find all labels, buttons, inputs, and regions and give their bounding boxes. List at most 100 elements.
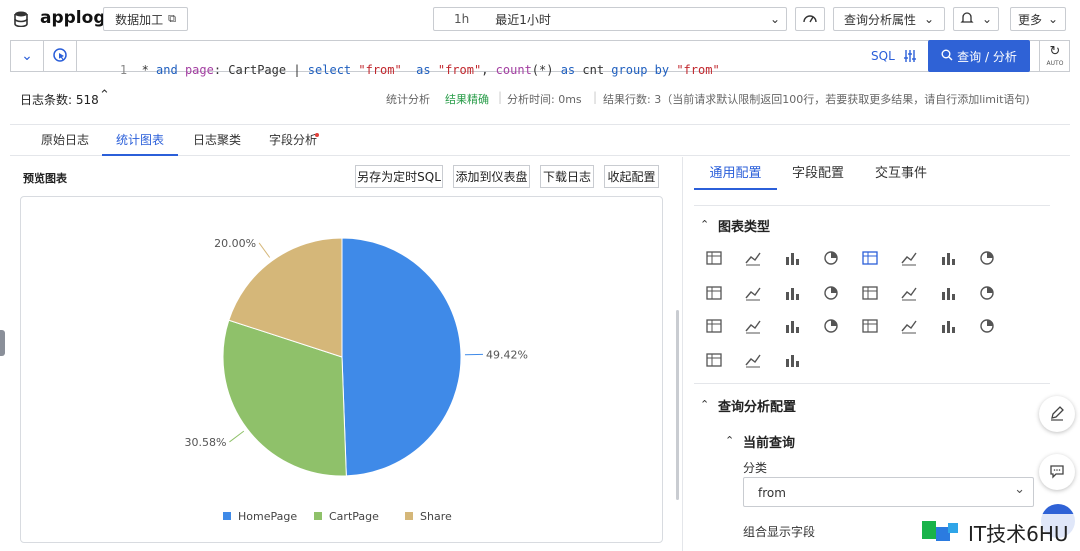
- chevron-down-icon: ⌄: [981, 12, 993, 26]
- stat-analysis-label: 统计分析: [386, 93, 430, 106]
- analysis-props-button[interactable]: 查询分析属性 ⌄: [833, 7, 945, 31]
- china-map-icon[interactable]: [782, 283, 802, 303]
- data-process-button[interactable]: 数据加工 ⧉: [103, 7, 188, 31]
- dot-chart-icon[interactable]: [977, 283, 997, 303]
- radar-chart-icon[interactable]: [977, 248, 997, 268]
- table-chart-icon[interactable]: [704, 248, 724, 268]
- chevron-down-icon: ⌄: [1047, 12, 1059, 26]
- format-icon[interactable]: [903, 48, 917, 67]
- line-chart-icon[interactable]: [743, 248, 763, 268]
- legend-item[interactable]: Share: [420, 510, 452, 523]
- pie-chart: 49.42% 30.58% 20.00% HomePage CartPage Share: [185, 237, 528, 523]
- category-select[interactable]: from ⌄: [743, 477, 1034, 507]
- histogram-icon[interactable]: [860, 316, 880, 336]
- progress-bar-icon[interactable]: [938, 283, 958, 303]
- tab-field-analysis[interactable]: 字段分析: [269, 125, 317, 156]
- search-analyze-button[interactable]: 查询 / 分析: [928, 40, 1030, 72]
- query-token: as: [401, 63, 438, 77]
- area-chart-icon[interactable]: [821, 248, 841, 268]
- alert-button[interactable]: ⌄: [953, 7, 999, 31]
- legend-item[interactable]: CartPage: [329, 510, 379, 523]
- query-token: "from": [676, 63, 720, 77]
- collapse-config-button[interactable]: 收起配置: [604, 165, 659, 188]
- collapse-query-button[interactable]: ⌄: [11, 41, 44, 71]
- tab-general-config[interactable]: 通用配置: [694, 164, 777, 190]
- watermark-text: IT技术6HU: [968, 522, 1069, 546]
- grid-chart-icon[interactable]: [704, 283, 724, 303]
- bubble-chart-icon[interactable]: [743, 350, 763, 370]
- gauge-chart-icon[interactable]: [860, 248, 880, 268]
- tree-chart-icon[interactable]: [704, 316, 724, 336]
- result-tabs: 原始日志 统计图表 日志聚类 字段分析: [10, 124, 1070, 156]
- query-editor[interactable]: 1 * and page: CartPage | select "from" a…: [91, 49, 851, 77]
- funnel-chart-icon[interactable]: [821, 316, 841, 336]
- flow-chart-icon[interactable]: [899, 283, 919, 303]
- query-token: (*): [531, 63, 561, 77]
- search-icon: [941, 49, 953, 64]
- auto-refresh-button[interactable]: ↻ AUTO: [1039, 41, 1070, 71]
- chat-icon: [1049, 463, 1065, 482]
- log-count[interactable]: 日志条数: 518: [20, 91, 99, 108]
- label-leader-line: [229, 430, 245, 443]
- top-bar: applog 数据加工 ⧉ 1h 最近1小时 ⌄ 查询分析属性 ⌄ ⌄ 更多 ⌄: [0, 0, 1080, 38]
- tab-interaction-events[interactable]: 交互事件: [875, 164, 927, 190]
- chevron-up-icon[interactable]: ⌃: [99, 88, 110, 103]
- legend-swatch: [314, 512, 322, 520]
- map-chart-icon[interactable]: [860, 283, 880, 303]
- precise-result-label: 结果精确: [445, 93, 489, 106]
- left-scrollbar[interactable]: [676, 310, 679, 500]
- more-button[interactable]: 更多 ⌄: [1010, 7, 1066, 31]
- bell-icon: [960, 11, 974, 28]
- query-token: and: [148, 63, 185, 77]
- auto-label: AUTO: [1046, 59, 1064, 67]
- chevron-up-icon[interactable]: ⌃: [700, 398, 709, 411]
- download-log-button[interactable]: 下载日志: [540, 165, 594, 188]
- column-chart-icon[interactable]: [938, 248, 958, 268]
- chart-container: 49.42% 30.58% 20.00% HomePage CartPage Share: [20, 196, 663, 543]
- number-chart-icon[interactable]: [899, 248, 919, 268]
- pie-slice-homepage[interactable]: [341, 237, 462, 477]
- chevron-down-icon: ⌄: [1014, 482, 1025, 497]
- gauge-button[interactable]: [795, 7, 825, 31]
- time-range-select[interactable]: 1h 最近1小时 ⌄: [433, 7, 787, 31]
- pie-data-label: 49.42%: [486, 348, 528, 361]
- combined-field-label: 组合显示字段: [743, 525, 816, 539]
- scatter-chart-icon[interactable]: [743, 283, 763, 303]
- edit-float-button[interactable]: [1039, 396, 1075, 432]
- tab-field-config[interactable]: 字段配置: [792, 164, 844, 190]
- query-token: ,: [481, 63, 496, 77]
- watermark: IT技术6HU: [912, 514, 1080, 551]
- add-to-dashboard-button[interactable]: 添加到仪表盘: [453, 165, 530, 188]
- stacked-bar-icon[interactable]: [899, 316, 919, 336]
- line-number: 1: [119, 63, 128, 77]
- refresh-icon: ↻: [1049, 43, 1061, 59]
- world-map-icon[interactable]: [821, 283, 841, 303]
- feedback-float-button[interactable]: [1039, 454, 1075, 490]
- category-label: 分类: [743, 461, 768, 475]
- tab-log-cluster[interactable]: 日志聚类: [193, 125, 241, 156]
- query-token: select: [307, 63, 359, 77]
- query-assistant-button[interactable]: [44, 41, 77, 71]
- pie-data-label: 20.00%: [214, 237, 256, 250]
- query-token: "from": [437, 63, 482, 77]
- word-cloud-icon[interactable]: [743, 316, 763, 336]
- project-name: applog: [40, 8, 106, 28]
- chevron-up-icon[interactable]: ⌃: [700, 218, 709, 231]
- heatmap-table-icon[interactable]: [938, 316, 958, 336]
- save-as-scheduled-sql-button[interactable]: 另存为定时SQL: [355, 165, 443, 188]
- legend-item[interactable]: HomePage: [238, 510, 297, 523]
- chevron-up-icon[interactable]: ⌃: [725, 434, 734, 447]
- topology-icon[interactable]: [977, 316, 997, 336]
- candlestick-icon[interactable]: [782, 350, 802, 370]
- bar-chart-icon[interactable]: [782, 248, 802, 268]
- tab-raw-logs[interactable]: 原始日志: [41, 125, 89, 156]
- side-handle[interactable]: [0, 330, 5, 356]
- location-icon[interactable]: [704, 350, 724, 370]
- search-analyze-label: 查询 / 分析: [957, 49, 1017, 64]
- query-token: group by: [611, 63, 677, 77]
- query-token: "from": [358, 63, 402, 77]
- analysis-props-label: 查询分析属性: [843, 12, 916, 27]
- treemap-icon[interactable]: [782, 316, 802, 336]
- gauge-icon: [802, 12, 818, 27]
- tab-stat-chart[interactable]: 统计图表: [102, 125, 178, 156]
